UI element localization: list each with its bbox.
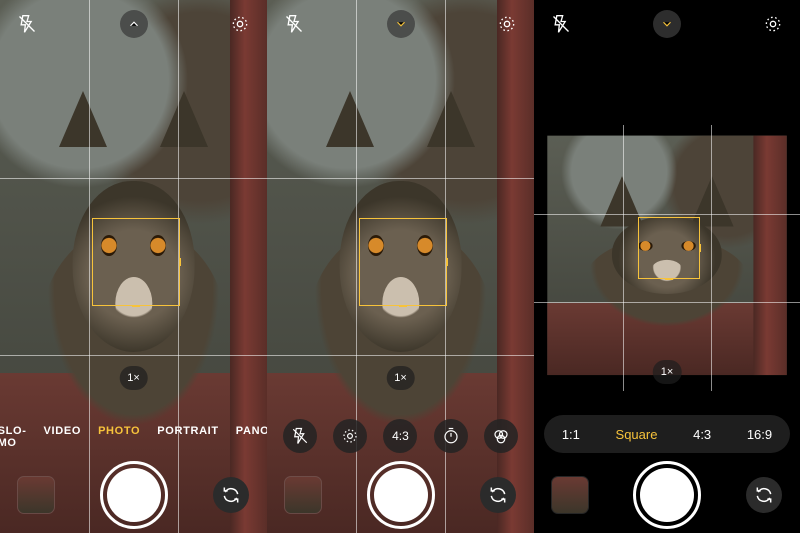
shutter-button[interactable] — [367, 461, 435, 529]
flash-button[interactable] — [12, 9, 42, 39]
live-photo-icon — [763, 14, 783, 34]
zoom-button[interactable]: 1× — [386, 366, 415, 390]
last-photo-thumbnail[interactable] — [552, 477, 588, 513]
live-photo-icon — [497, 14, 517, 34]
viewfinder[interactable]: 1× — [267, 0, 534, 533]
qs-aspect-button[interactable]: 4:3 — [383, 419, 417, 453]
switch-camera-button[interactable] — [480, 477, 516, 513]
flash-off-icon — [291, 427, 309, 445]
live-photo-icon — [230, 14, 250, 34]
expand-controls-button[interactable] — [120, 10, 148, 38]
top-bar — [0, 0, 267, 48]
collapse-controls-button[interactable] — [653, 10, 681, 38]
mode-slomo[interactable]: SLO-MO — [0, 425, 27, 449]
live-photo-button[interactable] — [225, 9, 255, 39]
bottom-bar — [267, 457, 534, 533]
chevron-down-icon — [660, 17, 674, 31]
last-photo-thumbnail[interactable] — [18, 477, 54, 513]
live-photo-icon — [341, 427, 359, 445]
flash-off-icon — [17, 14, 37, 34]
letterbox-top — [534, 48, 800, 125]
bottom-bar — [534, 457, 800, 533]
camera-flip-icon — [754, 485, 774, 505]
camera-screen-aspect: 1× 1:1 Square 4:3 16:9 — [534, 0, 800, 533]
qs-filters-button[interactable] — [484, 419, 518, 453]
viewfinder-image — [547, 136, 786, 375]
camera-flip-icon — [221, 485, 241, 505]
mode-portrait[interactable]: PORTRAIT — [157, 425, 219, 449]
collapse-controls-button[interactable] — [387, 10, 415, 38]
last-photo-thumbnail[interactable] — [285, 477, 321, 513]
zoom-button[interactable]: 1× — [119, 366, 148, 390]
camera-screen-modes: 1× SLO-MO VIDEO PHOTO PORTRAIT PANO — [0, 0, 267, 533]
shutter-button[interactable] — [100, 461, 168, 529]
flash-button[interactable] — [279, 9, 309, 39]
zoom-button[interactable]: 1× — [653, 360, 682, 384]
chevron-down-icon — [394, 17, 408, 31]
aspect-ratio-picker[interactable]: 1:1 Square 4:3 16:9 — [544, 415, 790, 453]
flash-off-icon — [551, 14, 571, 34]
live-photo-button[interactable] — [492, 9, 522, 39]
viewfinder-image — [0, 0, 267, 533]
mode-photo[interactable]: PHOTO — [98, 425, 140, 449]
quick-settings-row: 4:3 — [267, 419, 534, 453]
bottom-bar — [0, 457, 267, 533]
switch-camera-button[interactable] — [213, 477, 249, 513]
shutter-button[interactable] — [633, 461, 701, 529]
qs-live-photo-button[interactable] — [333, 419, 367, 453]
camera-screen-quicksettings: 1× 4:3 — [267, 0, 534, 533]
flash-off-icon — [284, 14, 304, 34]
filters-icon — [492, 427, 510, 445]
viewfinder[interactable]: 1× — [534, 125, 800, 391]
mode-video[interactable]: VIDEO — [44, 425, 82, 449]
top-bar — [267, 0, 534, 48]
chevron-up-icon — [127, 17, 141, 31]
viewfinder[interactable]: 1× — [0, 0, 267, 533]
timer-icon — [442, 427, 460, 445]
live-photo-button[interactable] — [758, 9, 788, 39]
mode-pano[interactable]: PANO — [236, 425, 267, 449]
viewfinder-image — [267, 0, 534, 533]
aspect-16-9[interactable]: 16:9 — [747, 427, 772, 442]
qs-timer-button[interactable] — [434, 419, 468, 453]
aspect-square[interactable]: Square — [616, 427, 658, 442]
camera-flip-icon — [488, 485, 508, 505]
flash-button[interactable] — [546, 9, 576, 39]
aspect-4-3[interactable]: 4:3 — [693, 427, 711, 442]
top-bar — [534, 0, 800, 48]
mode-selector[interactable]: SLO-MO VIDEO PHOTO PORTRAIT PANO — [0, 425, 267, 449]
switch-camera-button[interactable] — [746, 477, 782, 513]
aspect-1-1[interactable]: 1:1 — [562, 427, 580, 442]
qs-flash-button[interactable] — [283, 419, 317, 453]
